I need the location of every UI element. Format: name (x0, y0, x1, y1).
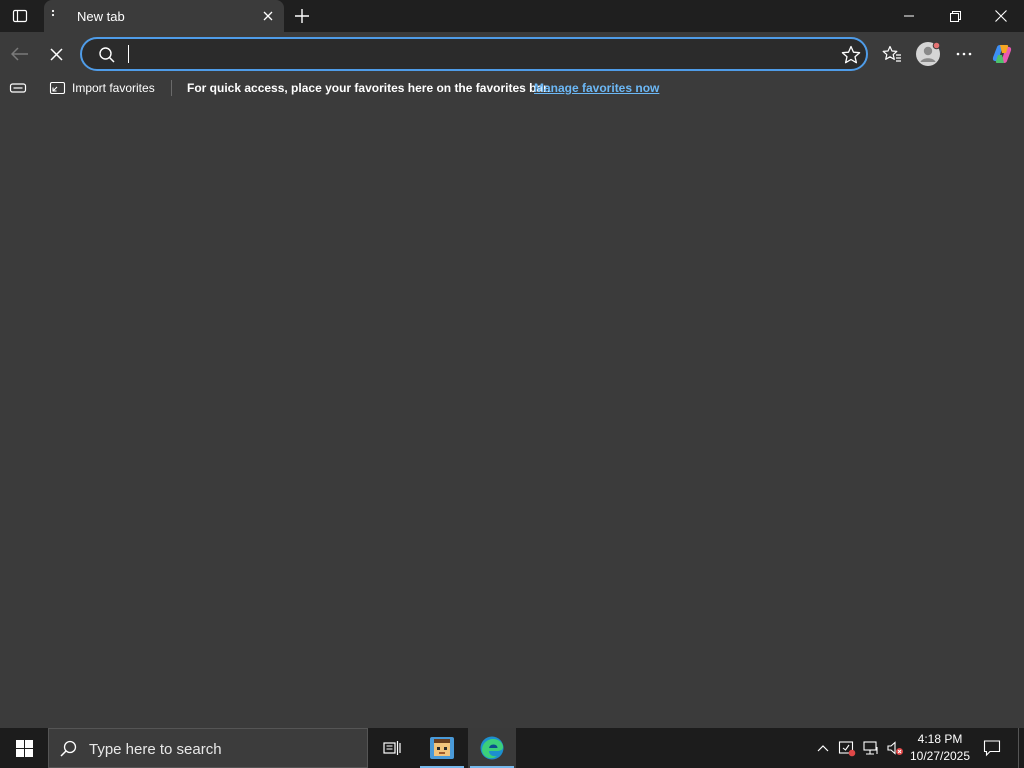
toolbar (0, 32, 1024, 76)
stop-loading-icon (49, 47, 63, 61)
minecraft-icon (429, 735, 455, 761)
chevron-up-icon (817, 744, 829, 752)
favorites-divider (171, 80, 172, 96)
address-bar[interactable] (80, 37, 868, 71)
copilot-button[interactable] (984, 36, 1020, 72)
security-icon (838, 739, 856, 757)
show-desktop-button[interactable] (1018, 728, 1024, 768)
tab-menu-icon[interactable] (50, 8, 56, 22)
address-input[interactable] (126, 45, 816, 65)
favorites-icon (882, 44, 902, 64)
tab-actions-icon (12, 8, 28, 24)
stop-loading-button[interactable] (38, 36, 74, 72)
new-tab-icon (295, 9, 309, 23)
clock-time: 4:18 PM (917, 732, 963, 746)
close-icon (263, 11, 273, 21)
clock-date: 10/27/2025 (909, 749, 971, 763)
task-view-button[interactable] (368, 728, 416, 768)
taskbar-search-box[interactable]: Type here to search (48, 728, 368, 768)
tab-title: New tab (77, 9, 125, 24)
star-icon[interactable] (840, 44, 862, 66)
copilot-icon (990, 42, 1014, 66)
new-tab-button[interactable] (290, 0, 314, 32)
search-icon (59, 739, 79, 759)
taskbar-app-minecraft[interactable] (418, 728, 466, 768)
back-arrow-icon (11, 47, 29, 61)
taskbar-clock[interactable]: 4:18 PM 10/27/2025 (906, 731, 974, 765)
tab-close-button[interactable] (258, 6, 278, 26)
volume-muted-icon (886, 739, 904, 757)
favorites-bar-message: For quick access, place your favorites h… (187, 81, 551, 95)
action-center-button[interactable] (978, 728, 1006, 768)
import-favorites-label: Import favorites (72, 81, 155, 95)
start-button[interactable] (0, 728, 48, 768)
favorites-bar: Import favorites For quick access, place… (0, 76, 1024, 100)
taskbar-search-placeholder: Type here to search (89, 741, 222, 758)
minimize-icon (904, 11, 914, 21)
tab-new-tab[interactable]: New tab (44, 0, 284, 32)
task-view-icon (383, 740, 401, 756)
title-bar: New tab (0, 0, 1024, 32)
more-icon (956, 52, 972, 56)
tray-security[interactable] (837, 738, 857, 758)
notification-icon (983, 739, 1001, 757)
browser-window: New tab Import favorites For quick acces… (0, 0, 1024, 768)
show-hidden-icons-button[interactable] (813, 738, 833, 758)
import-favorites-button[interactable]: Import favorites (49, 76, 155, 100)
search-icon (97, 45, 117, 65)
favorites-bar-icon (9, 81, 27, 95)
windows-logo-icon (15, 739, 33, 757)
minimize-button[interactable] (886, 0, 932, 32)
restore-icon (949, 10, 961, 22)
restore-button[interactable] (932, 0, 978, 32)
favorites-bar-toggle[interactable] (9, 76, 27, 100)
back-button[interactable] (2, 36, 38, 72)
network-icon (862, 739, 880, 757)
tray-network[interactable] (861, 738, 881, 758)
profile-button[interactable] (910, 36, 946, 72)
profile-icon (915, 41, 941, 67)
close-window-button[interactable] (978, 0, 1024, 32)
manage-favorites-link[interactable]: Manage favorites now (534, 81, 659, 95)
taskbar: Type here to search 4:18 PM 10/27/2025 (0, 728, 1024, 768)
more-button[interactable] (946, 36, 982, 72)
tray-volume[interactable] (885, 738, 905, 758)
import-icon (49, 81, 66, 96)
tab-actions-button[interactable] (6, 0, 34, 32)
taskbar-app-edge[interactable] (468, 728, 516, 768)
text-caret (128, 45, 129, 63)
page-content (0, 100, 1024, 728)
close-window-icon (995, 10, 1007, 22)
favorites-button[interactable] (874, 36, 910, 72)
edge-icon (479, 735, 505, 761)
